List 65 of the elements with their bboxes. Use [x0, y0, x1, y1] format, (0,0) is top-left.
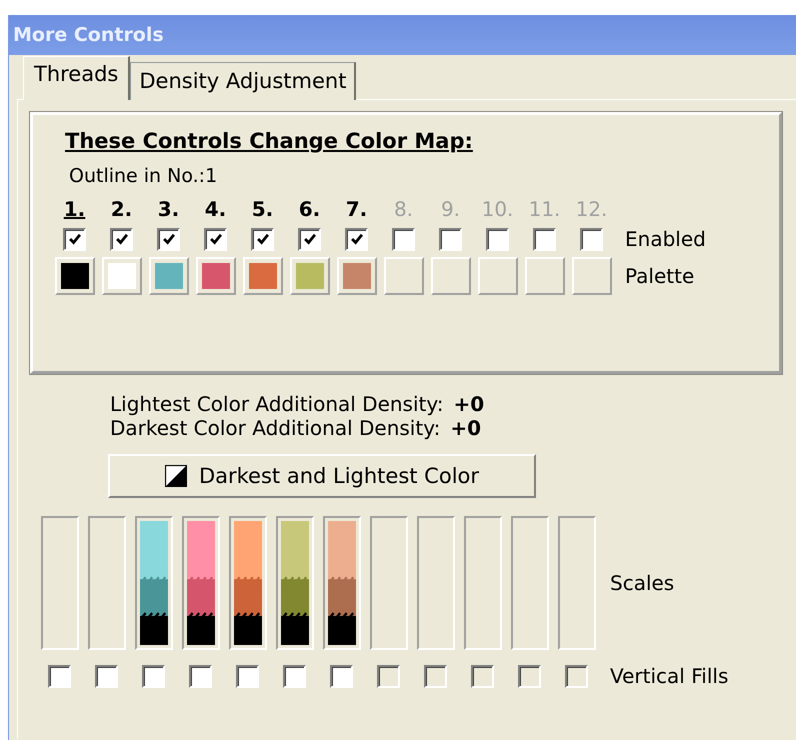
vertical-fills-label: Vertical Fills — [609, 664, 730, 688]
palette-label: Palette — [624, 264, 696, 288]
scales-label: Scales — [609, 571, 676, 595]
darkest-lightest-button[interactable]: Darkest and Lightest Color — [108, 454, 536, 498]
tab[interactable]: Density Adjustment — [130, 62, 356, 100]
outline-text: Outline in No.:1 — [68, 165, 218, 187]
thread-number: 12. — [576, 197, 608, 221]
thread-number: 7. — [346, 197, 368, 221]
vertical-fill-checkbox[interactable] — [142, 664, 165, 688]
enabled-checkbox[interactable] — [580, 228, 603, 250]
thread-number: 11. — [528, 197, 560, 221]
group-heading: These Controls Change Color Map: — [64, 129, 473, 153]
palette-swatch[interactable] — [102, 257, 142, 295]
enabled-checkbox[interactable] — [298, 228, 321, 250]
density-label: Lightest Color Additional Density: — [110, 392, 444, 416]
check-icon — [162, 232, 176, 246]
vertical-fill-checkbox[interactable] — [95, 664, 118, 688]
thread-number: 4. — [204, 197, 226, 221]
palette-swatch[interactable] — [384, 257, 424, 295]
enabled-checkbox[interactable] — [392, 228, 415, 250]
palette-swatch[interactable] — [572, 257, 612, 295]
thread-number: 5. — [252, 197, 274, 221]
vertical-fill-checkbox[interactable] — [189, 664, 212, 688]
thread-number: 8. — [394, 197, 414, 221]
vertical-fill-checkbox[interactable] — [48, 664, 71, 688]
enabled-checkbox[interactable] — [533, 228, 556, 250]
palette-swatch[interactable] — [336, 257, 376, 295]
thread-number: 10. — [482, 197, 514, 221]
enabled-checkbox[interactable] — [110, 228, 133, 250]
enabled-checkbox[interactable] — [63, 228, 86, 250]
check-icon — [68, 232, 82, 246]
palette-swatch[interactable] — [524, 257, 564, 295]
vertical-fill-checkbox[interactable] — [283, 664, 306, 688]
density-value: +0 — [450, 416, 482, 440]
enabled-checkbox[interactable] — [204, 228, 227, 250]
vertical-fill-checkbox[interactable] — [236, 664, 259, 688]
contrast-icon — [164, 465, 187, 487]
palette-swatch[interactable] — [148, 257, 188, 295]
palette-swatch[interactable] — [290, 257, 330, 295]
palette-swatch[interactable] — [54, 257, 94, 295]
enabled-checkbox[interactable] — [345, 228, 368, 250]
thread-number: 3. — [158, 197, 180, 221]
thread-number: 6. — [298, 197, 320, 221]
thread-number: 1. — [64, 197, 86, 221]
thread-number: 9. — [440, 197, 460, 221]
enabled-checkbox[interactable] — [486, 228, 509, 250]
enabled-checkbox[interactable] — [439, 228, 462, 250]
palette-swatch[interactable] — [478, 257, 518, 295]
palette-swatch[interactable] — [430, 257, 470, 295]
check-icon — [208, 232, 222, 246]
density-value: +0 — [454, 392, 484, 416]
tab[interactable]: Threads — [23, 56, 130, 100]
enabled-checkbox[interactable] — [157, 228, 180, 250]
enabled-checkbox[interactable] — [251, 228, 274, 250]
palette-swatch[interactable] — [196, 257, 236, 295]
window-title: More Controls — [13, 24, 164, 46]
check-icon — [302, 232, 316, 246]
vertical-fill-checkbox[interactable] — [330, 664, 353, 688]
check-icon — [350, 232, 364, 246]
thread-number: 2. — [110, 197, 132, 221]
check-icon — [114, 232, 128, 246]
enabled-label: Enabled — [624, 227, 707, 251]
check-icon — [256, 232, 270, 246]
density-label: Darkest Color Additional Density: — [110, 416, 440, 440]
palette-swatch[interactable] — [242, 257, 282, 295]
